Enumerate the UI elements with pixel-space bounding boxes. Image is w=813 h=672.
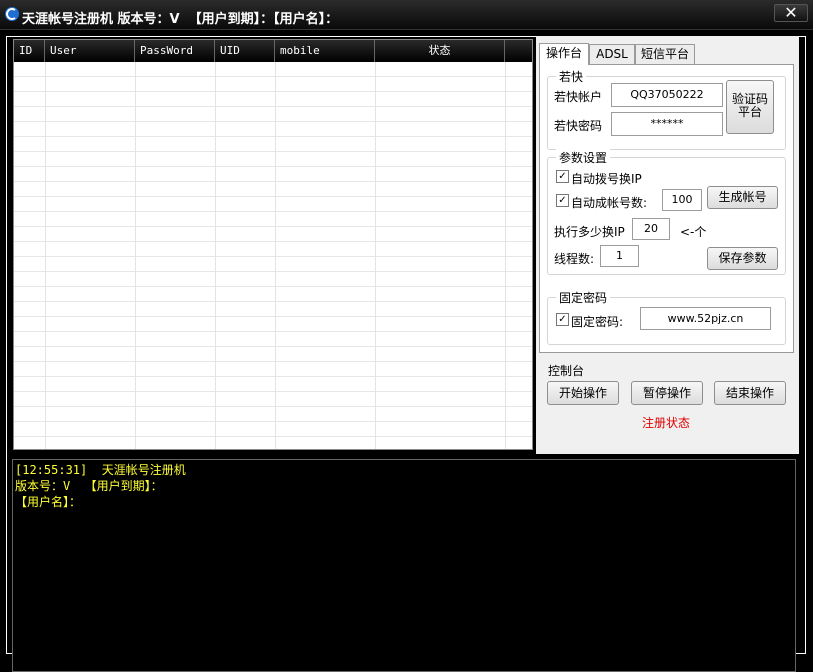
fixed-password-label: 固定密码:	[571, 315, 624, 329]
auto-dial-checkbox[interactable]: ✓	[556, 170, 569, 183]
switch-ip-label: 执行多少换IP	[554, 225, 625, 239]
auto-generate-checkbox[interactable]: ✓	[556, 194, 569, 207]
registration-status: 注册状态	[642, 416, 691, 430]
pause-button[interactable]: 暂停操作	[631, 381, 703, 405]
log-line: [12:55:31] 天涯帐号注册机	[15, 463, 186, 477]
fixed-password-input[interactable]: www.52pjz.cn	[640, 307, 771, 330]
tab-sms-platform[interactable]: 短信平台	[635, 44, 695, 64]
stop-button[interactable]: 结束操作	[714, 381, 786, 405]
column-divider	[375, 62, 376, 449]
column-header-user[interactable]: User	[45, 40, 135, 62]
captcha-platform-button[interactable]: 验证码平台	[726, 80, 774, 134]
ruokuai-account-label: 若快帐户	[554, 90, 603, 104]
control-panel-title: 控制台	[548, 364, 585, 378]
tab-console[interactable]: 操作台	[539, 43, 589, 65]
app-logo-icon	[5, 7, 19, 21]
column-header-mobile[interactable]: mobile	[275, 40, 375, 62]
column-header-id[interactable]: ID	[14, 40, 45, 62]
column-divider	[215, 62, 216, 449]
ruokuai-password-field[interactable]: ******	[611, 112, 723, 136]
fixed-password-group-title: 固定密码	[556, 289, 611, 306]
column-header-password[interactable]: PassWord	[135, 40, 215, 62]
fixed-password-group: 固定密码 ✓ 固定密码: www.52pjz.cn	[547, 289, 786, 345]
ruokuai-account-field[interactable]: QQ37050222	[611, 83, 723, 107]
column-divider	[275, 62, 276, 449]
column-divider	[45, 62, 46, 449]
threads-label: 线程数:	[554, 252, 595, 266]
tab-adsl[interactable]: ADSL	[589, 44, 635, 64]
column-divider	[505, 62, 506, 449]
threads-input[interactable]: 1	[600, 245, 639, 267]
auto-generate-label: 自动成帐号数:	[571, 196, 648, 210]
tab-panel-console: 若快 若快帐户 QQ37050222 若快密码 ****** 验证码平台 参数设…	[539, 64, 794, 353]
column-header-uid[interactable]: UID	[215, 40, 275, 62]
auto-dial-label: 自动拨号换IP	[571, 172, 642, 186]
save-params-button[interactable]: 保存参数	[707, 247, 778, 270]
column-divider	[135, 62, 136, 449]
params-group-title: 参数设置	[556, 149, 611, 166]
ruokuai-group-title: 若快	[556, 68, 587, 85]
switch-ip-suffix: <-个	[680, 225, 707, 239]
control-panel: 控制台 开始操作 暂停操作 结束操作 注册状态	[539, 358, 794, 450]
log-line: 【用户名】：	[15, 495, 82, 509]
title-bar: 天涯帐号注册机 版本号：V 【用户到期】：【用户名】： ✕	[0, 0, 813, 30]
ruokuai-password-label: 若快密码	[554, 119, 603, 133]
generate-accounts-button[interactable]: 生成帐号	[707, 186, 778, 209]
params-group: 参数设置 ✓ 自动拨号换IP ✓ 自动成帐号数: 100 生成帐号 执行多少换I…	[547, 149, 786, 275]
log-output[interactable]: [12:55:31] 天涯帐号注册机 版本号：V 【用户到期】： 【用户名】：	[12, 459, 796, 672]
account-count-input[interactable]: 100	[662, 189, 702, 211]
switch-ip-input[interactable]: 20	[632, 218, 670, 240]
log-line: 版本号：V 【用户到期】：	[15, 479, 163, 493]
close-button[interactable]: ✕	[774, 4, 808, 22]
account-table[interactable]: ID User PassWord UID mobile 状态	[13, 39, 533, 450]
start-button[interactable]: 开始操作	[547, 381, 619, 405]
ruokuai-group: 若快 若快帐户 QQ37050222 若快密码 ****** 验证码平台	[547, 68, 786, 150]
table-header: ID User PassWord UID mobile 状态	[14, 40, 532, 62]
column-header-status[interactable]: 状态	[375, 40, 505, 62]
window-title: 天涯帐号注册机 版本号：V 【用户到期】：【用户名】：	[22, 12, 339, 27]
table-body	[14, 62, 532, 449]
fixed-password-checkbox[interactable]: ✓	[556, 313, 569, 326]
